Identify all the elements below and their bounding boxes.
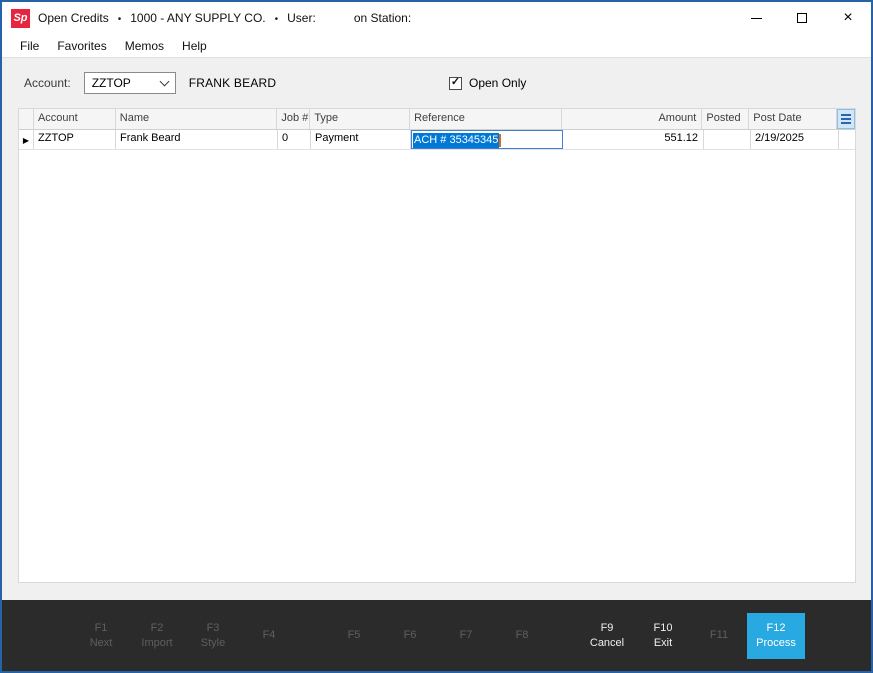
app-logo-icon: Sp (11, 9, 30, 28)
fkey-f8: F8 (494, 628, 550, 643)
cell-name[interactable]: Frank Beard (116, 130, 278, 149)
grid-menu-icon (841, 114, 851, 124)
title-station-label: on Station: (354, 11, 411, 25)
open-only-label: Open Only (469, 76, 526, 90)
credits-grid: Account Name Job # Type Reference Amount… (18, 108, 856, 583)
checkbox-icon: ✓ (449, 77, 462, 90)
grid-menu-button[interactable] (837, 109, 855, 129)
title-separator-icon: • (118, 14, 122, 25)
menu-bar: File Favorites Memos Help (2, 34, 871, 58)
table-row[interactable]: ▶ ZZTOP Frank Beard 0 Payment ACH # 3534… (19, 130, 855, 150)
close-icon: × (843, 10, 852, 26)
app-window: Sp Open Credits • 1000 - ANY SUPPLY CO. • Us… (0, 0, 873, 673)
fkey-f4: F4 (241, 628, 297, 643)
fkey-f1-next: F1Next (73, 621, 129, 651)
account-label: Account: (24, 76, 71, 90)
menu-item-favorites[interactable]: Favorites (48, 39, 115, 53)
grid-header-type[interactable]: Type (310, 109, 410, 129)
text-caret (499, 134, 501, 147)
cell-amount[interactable]: 551.12 (563, 130, 704, 149)
title-separator-icon: • (275, 14, 279, 25)
account-name: FRANK BEARD (189, 76, 277, 90)
maximize-icon (797, 13, 807, 23)
minimize-icon (751, 18, 762, 19)
function-key-bar: F1Next F2Import F3Style F4 F5 F6 F7 F8 F… (2, 600, 871, 671)
fkey-f3-style: F3Style (185, 621, 241, 651)
cell-job-number[interactable]: 0 (278, 130, 311, 149)
grid-header-selector (19, 109, 34, 129)
close-button[interactable]: × (825, 2, 871, 34)
fkey-f9-cancel-button[interactable]: F9Cancel (579, 621, 635, 651)
grid-header-reference[interactable]: Reference (410, 109, 562, 129)
row-selector-cell: ▶ (19, 130, 34, 149)
menu-item-help[interactable]: Help (173, 39, 216, 53)
account-combobox[interactable]: ZZTOP (84, 72, 176, 94)
fkey-f12-process-button[interactable]: F12Process (747, 613, 805, 659)
checkmark-icon: ✓ (451, 77, 460, 88)
account-panel: Account: ZZTOP FRANK BEARD ✓ Open Only (24, 71, 856, 95)
row-marker-icon: ▶ (23, 137, 29, 145)
title-app-name: Open Credits (38, 11, 109, 25)
cell-reference-edit-field[interactable]: ACH # 35345345 (411, 130, 563, 149)
menu-item-file[interactable]: File (11, 39, 48, 53)
grid-empty-area (19, 150, 855, 582)
chevron-down-icon (159, 76, 169, 86)
client-area: Account: ZZTOP FRANK BEARD ✓ Open Only A… (2, 58, 871, 600)
cell-account[interactable]: ZZTOP (34, 130, 116, 149)
reference-selected-text: ACH # 35345345 (413, 133, 499, 148)
open-only-checkbox[interactable]: ✓ Open Only (449, 71, 526, 95)
grid-header-post-date[interactable]: Post Date (749, 109, 837, 129)
cell-post-date[interactable]: 2/19/2025 (751, 130, 839, 149)
title-user-label: User: (287, 11, 316, 25)
minimize-button[interactable] (733, 2, 779, 34)
maximize-button[interactable] (779, 2, 825, 34)
fkey-f11: F11 (691, 628, 747, 643)
account-combobox-value: ZZTOP (92, 76, 161, 90)
cell-type[interactable]: Payment (311, 130, 411, 149)
grid-header-name[interactable]: Name (116, 109, 278, 129)
fkey-f7: F7 (438, 628, 494, 643)
fkey-f10-exit-button[interactable]: F10Exit (635, 621, 691, 651)
window-controls: × (733, 2, 871, 34)
fkey-f6: F6 (382, 628, 438, 643)
grid-header-job-number[interactable]: Job # (277, 109, 310, 129)
grid-header-posted[interactable]: Posted (702, 109, 749, 129)
title-bar: Sp Open Credits • 1000 - ANY SUPPLY CO. • Us… (2, 2, 871, 34)
grid-header-amount[interactable]: Amount (562, 109, 703, 129)
title-company: 1000 - ANY SUPPLY CO. (130, 11, 265, 25)
cell-posted[interactable] (704, 130, 751, 149)
fkey-f2-import: F2Import (129, 621, 185, 651)
grid-header-row: Account Name Job # Type Reference Amount… (19, 109, 855, 130)
menu-item-memos[interactable]: Memos (116, 39, 173, 53)
fkey-f5: F5 (326, 628, 382, 643)
window-title: Open Credits • 1000 - ANY SUPPLY CO. • User:… (38, 11, 411, 25)
grid-header-account[interactable]: Account (34, 109, 116, 129)
